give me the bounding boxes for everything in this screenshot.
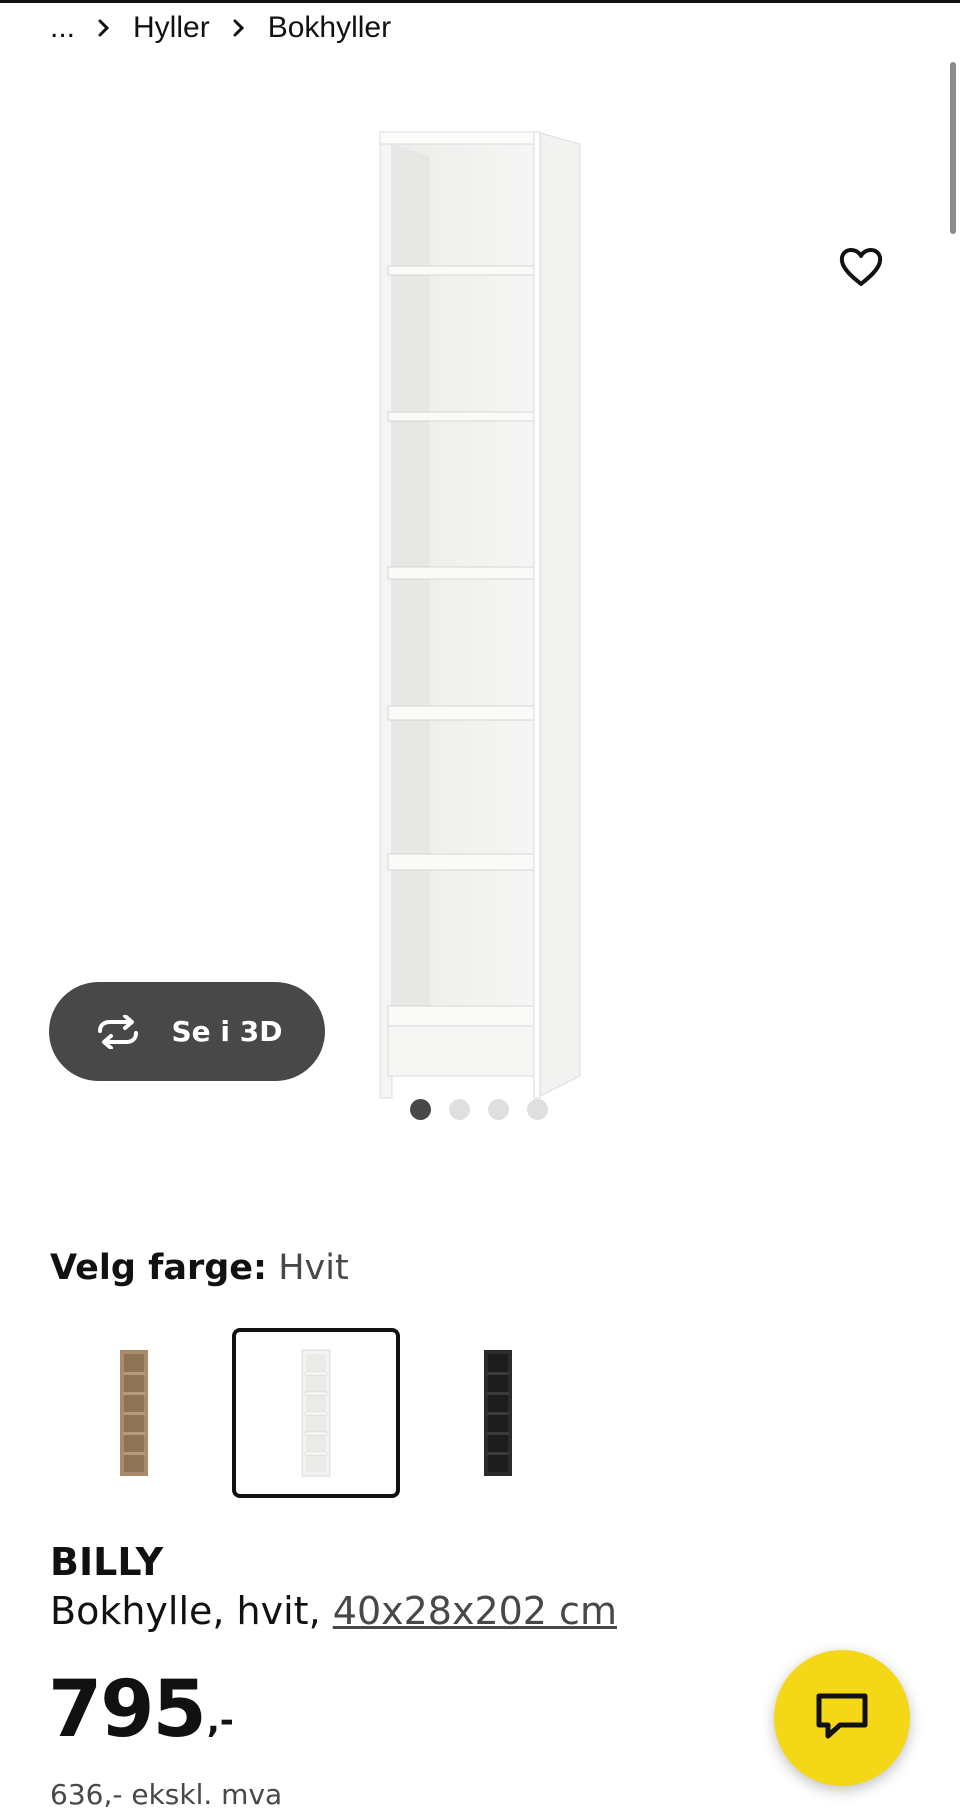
chat-bubble-icon: [814, 1691, 870, 1746]
rotate-3d-icon: [92, 1014, 144, 1049]
favorite-button[interactable]: [832, 240, 890, 298]
gallery-pagination: [410, 1099, 548, 1120]
breadcrumb: ... Hyller Bokhyller: [50, 8, 391, 48]
chat-button[interactable]: [774, 1650, 910, 1786]
top-border: [0, 0, 960, 3]
product-type: Bokhylle, hvit,: [50, 1589, 321, 1633]
color-label-text: Velg farge:: [50, 1248, 268, 1288]
price-suffix: ,-: [206, 1701, 234, 1741]
price-excl-vat: 636,- ekskl. mva: [50, 1778, 283, 1811]
gallery-dot-3[interactable]: [488, 1099, 509, 1120]
color-picker-label: Velg farge: Hvit: [50, 1248, 349, 1288]
chevron-right-icon: [232, 18, 246, 38]
color-selected-value: Hvit: [278, 1248, 349, 1288]
product-name: BILLY: [50, 1540, 164, 1584]
breadcrumb-item-bokhyller[interactable]: Bokhyller: [268, 11, 391, 45]
swatch-image-brown: [120, 1350, 148, 1476]
color-swatches: [50, 1328, 582, 1498]
price-integer: 795: [48, 1665, 207, 1755]
swatch-image-white: [301, 1349, 331, 1477]
product-price: 795 ,-: [48, 1668, 234, 1752]
product-measurements-link[interactable]: 40x28x202 cm: [333, 1589, 617, 1633]
swatch-image-black: [484, 1350, 512, 1476]
gallery-dot-4[interactable]: [527, 1099, 548, 1120]
gallery-dot-2[interactable]: [449, 1099, 470, 1120]
breadcrumb-ellipsis[interactable]: ...: [50, 11, 75, 45]
color-swatch-white[interactable]: [232, 1328, 400, 1498]
gallery-dot-1[interactable]: [410, 1099, 431, 1120]
see-in-3d-button[interactable]: Se i 3D: [49, 982, 325, 1081]
color-swatch-brown[interactable]: [50, 1328, 218, 1498]
breadcrumb-item-hyller[interactable]: Hyller: [133, 11, 210, 45]
heart-outline-icon: [838, 246, 884, 293]
see-in-3d-label: Se i 3D: [171, 1015, 283, 1048]
product-description: Bokhylle, hvit, 40x28x202 cm: [50, 1589, 617, 1633]
chevron-right-icon: [97, 18, 111, 38]
color-swatch-black[interactable]: [414, 1328, 582, 1498]
product-image: [360, 126, 600, 1116]
product-gallery[interactable]: Se i 3D: [0, 60, 960, 1099]
